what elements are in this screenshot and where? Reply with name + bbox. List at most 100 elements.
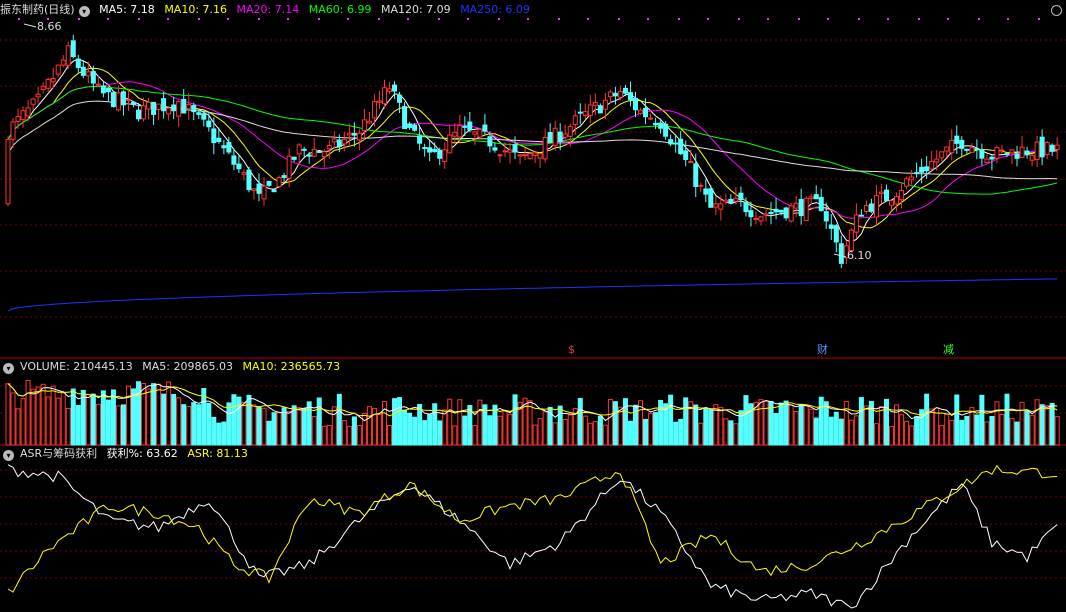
high-arrow xyxy=(23,23,37,28)
candle-body xyxy=(557,131,563,142)
candle-body xyxy=(462,125,468,128)
volume-bar xyxy=(241,401,247,446)
candle-body xyxy=(803,197,809,222)
chevron-down-icon[interactable]: ▾ xyxy=(78,6,90,17)
volume-bar xyxy=(813,417,819,446)
volume-bar xyxy=(773,413,779,446)
volume-bar xyxy=(326,424,332,446)
volume-bar xyxy=(70,388,76,446)
candle-body xyxy=(161,98,167,112)
annotations xyxy=(23,23,847,258)
event-dot xyxy=(167,18,169,20)
volume-bar xyxy=(723,418,729,446)
volume-bar xyxy=(261,407,267,446)
event-dot xyxy=(918,18,920,20)
volume-bar xyxy=(40,383,46,446)
volume-bar xyxy=(30,388,36,446)
dividend-marker[interactable]: $ xyxy=(568,344,575,356)
candle-body xyxy=(552,127,558,147)
volume-bar xyxy=(131,388,136,446)
volume-bar xyxy=(392,398,398,446)
candle-body xyxy=(979,149,985,159)
volume-bar xyxy=(793,411,799,446)
chart-canvas[interactable] xyxy=(0,0,1066,612)
volume-bar xyxy=(291,405,297,446)
volume-bar xyxy=(693,404,699,446)
financial-report-marker[interactable]: 财 xyxy=(817,344,828,356)
volume-bar xyxy=(477,399,483,446)
candle-body xyxy=(45,78,51,89)
volume-bar xyxy=(969,407,975,446)
volume-bar xyxy=(35,386,41,446)
chevron-down-icon[interactable]: ▾ xyxy=(3,450,14,461)
candle-body xyxy=(954,135,960,144)
volume-bar xyxy=(331,406,337,446)
candle-body xyxy=(738,192,744,201)
volume-bar xyxy=(622,398,628,446)
volume-bar xyxy=(437,420,443,446)
candle-body xyxy=(813,194,819,200)
volume-bar xyxy=(427,414,433,446)
asr-label: ASR: 81.13 xyxy=(187,447,248,460)
candle-body xyxy=(934,158,940,163)
candle-body xyxy=(412,124,418,131)
ma120-label: MA120: 7.09 xyxy=(380,3,451,16)
volume-bar xyxy=(286,410,292,446)
candle-body xyxy=(683,150,689,160)
volume-bar xyxy=(552,422,558,446)
volume-bar xyxy=(236,396,242,446)
candle-body xyxy=(753,217,759,220)
candle-body xyxy=(467,121,473,131)
event-dot xyxy=(407,18,409,20)
candle-body xyxy=(1049,144,1055,152)
low-price-label: 6.10 xyxy=(847,249,872,262)
candle-body xyxy=(763,213,769,216)
volume-bar xyxy=(658,399,664,446)
volume-bar xyxy=(858,397,864,446)
candle-body xyxy=(191,105,197,113)
candle-body xyxy=(502,150,508,153)
volume-bar xyxy=(186,405,192,446)
volume-bar xyxy=(708,409,714,446)
volume-bar xyxy=(607,398,613,446)
volume-bar xyxy=(161,393,167,446)
chevron-down-icon[interactable]: ▾ xyxy=(3,363,14,374)
stock-title[interactable]: 振东制药(日线) xyxy=(0,3,75,16)
volume-bar xyxy=(120,404,126,446)
ma10-label: MA10: 7.16 xyxy=(164,3,228,16)
candle-body xyxy=(577,111,583,114)
ma20-label: MA20: 7.14 xyxy=(236,3,300,16)
candle-body xyxy=(492,147,498,151)
candle-body xyxy=(432,148,438,153)
event-dot xyxy=(287,18,289,20)
candle-body xyxy=(542,136,548,160)
volume-bar xyxy=(271,412,277,446)
candle-body xyxy=(266,180,272,186)
candle-body xyxy=(653,122,659,126)
volume-bar xyxy=(532,424,538,446)
volume-bar xyxy=(125,385,131,446)
candle-body xyxy=(336,139,342,147)
volume-bar xyxy=(15,408,21,446)
candle-body xyxy=(141,105,147,120)
candle-body xyxy=(582,111,588,117)
candle-body xyxy=(1014,153,1020,159)
reduction-marker[interactable]: 减 xyxy=(943,344,954,356)
candle-body xyxy=(733,197,739,202)
event-dot xyxy=(318,18,320,20)
candle-body xyxy=(899,189,905,201)
candle-body xyxy=(382,87,387,105)
volume-label: VOLUME: 210445.13 xyxy=(20,360,133,373)
candle-body xyxy=(592,102,598,106)
candle-body xyxy=(181,98,187,114)
candle-body xyxy=(562,133,568,138)
candle-body xyxy=(688,161,694,164)
candle-body xyxy=(723,199,729,203)
candlesticks xyxy=(5,34,1060,269)
event-dot xyxy=(827,18,829,20)
candle-body xyxy=(668,139,674,145)
event-dot xyxy=(858,18,860,20)
panel-option-icon[interactable] xyxy=(1051,5,1062,16)
candle-body xyxy=(853,214,859,233)
volume-bar xyxy=(648,412,654,446)
